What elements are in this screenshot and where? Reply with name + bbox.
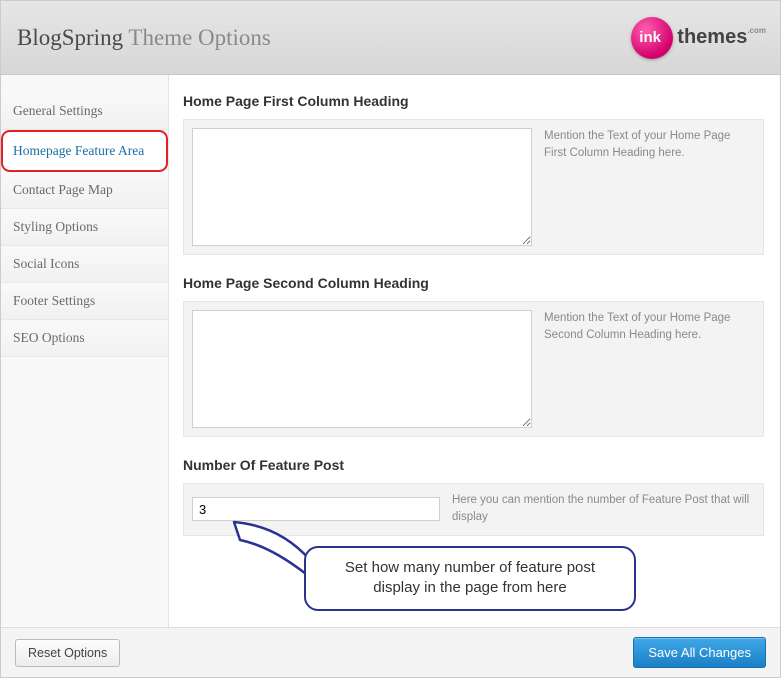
ink-logo-icon [631, 17, 673, 59]
section-title-second-column: Home Page Second Column Heading [183, 275, 764, 291]
sidebar-item-social-icons[interactable]: Social Icons [1, 246, 168, 283]
sidebar-item-footer-settings[interactable]: Footer Settings [1, 283, 168, 320]
sidebar-item-styling-options[interactable]: Styling Options [1, 209, 168, 246]
sidebar-item-seo-options[interactable]: SEO Options [1, 320, 168, 357]
first-column-help: Mention the Text of your Home Page First… [544, 128, 755, 163]
first-column-heading-input[interactable] [192, 128, 532, 246]
second-column-heading-input[interactable] [192, 310, 532, 428]
content-area: Home Page First Column Heading Mention t… [169, 75, 780, 627]
page-title: BlogSpring Theme Options [17, 25, 271, 51]
section-title-feature-post: Number Of Feature Post [183, 457, 764, 473]
field-first-column: Mention the Text of your Home Page First… [183, 119, 764, 255]
logo-text: themes.com [677, 26, 766, 49]
save-all-changes-button[interactable]: Save All Changes [633, 637, 766, 668]
title-strong: BlogSpring [17, 25, 123, 50]
sidebar-item-general-settings[interactable]: General Settings [1, 93, 168, 130]
title-light: Theme Options [128, 25, 270, 50]
header: BlogSpring Theme Options themes.com [1, 1, 780, 75]
sidebar-item-homepage-feature-area[interactable]: Homepage Feature Area [1, 130, 168, 172]
feature-post-help: Here you can mention the number of Featu… [452, 492, 755, 527]
sidebar: General Settings Homepage Feature Area C… [1, 75, 169, 627]
second-column-help: Mention the Text of your Home Page Secon… [544, 310, 755, 345]
field-second-column: Mention the Text of your Home Page Secon… [183, 301, 764, 437]
feature-post-count-input[interactable] [192, 497, 440, 521]
reset-options-button[interactable]: Reset Options [15, 639, 120, 667]
section-title-first-column: Home Page First Column Heading [183, 93, 764, 109]
sidebar-item-contact-page-map[interactable]: Contact Page Map [1, 172, 168, 209]
brand-logo: themes.com [616, 14, 766, 62]
footer: Reset Options Save All Changes [1, 627, 780, 677]
field-feature-post: Here you can mention the number of Featu… [183, 483, 764, 536]
